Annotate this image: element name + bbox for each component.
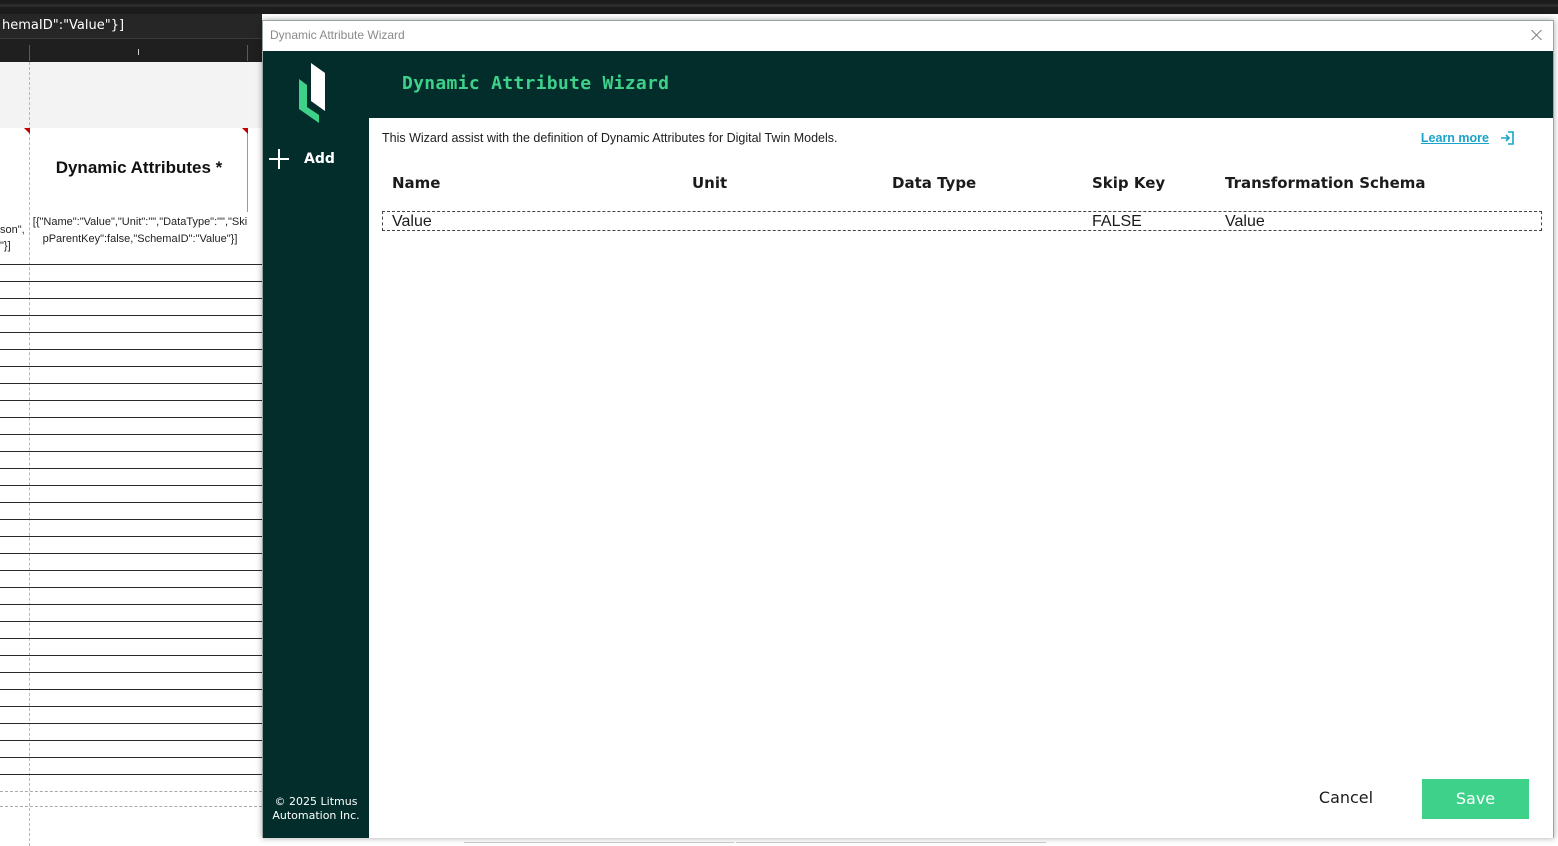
- cell-name[interactable]: Value: [392, 213, 432, 231]
- cell-transformation-schema[interactable]: Value: [1225, 213, 1265, 231]
- grid-row-line: [0, 519, 262, 520]
- learn-more-link[interactable]: Learn more: [1421, 130, 1515, 146]
- grid-row-line: [0, 264, 262, 265]
- add-button[interactable]: Add: [269, 147, 335, 171]
- grid-row-line: [0, 298, 262, 299]
- formula-bar[interactable]: hemaID":"Value"}]: [0, 14, 262, 38]
- grid-row-line: [0, 672, 262, 673]
- grid-row-line: [0, 587, 262, 588]
- column-header-unit: Unit: [692, 174, 728, 192]
- grid-row-line: [0, 332, 262, 333]
- grid-row-line: [0, 536, 262, 537]
- grid-row-line: [0, 655, 262, 656]
- left-cell-snippet: son", "}]: [0, 224, 25, 252]
- attributes-table-header: Name Unit Data Type Skip Key Transformat…: [392, 174, 1542, 194]
- grid-row-line: [0, 502, 262, 503]
- comment-indicator: [242, 128, 248, 134]
- column-header-name: Name: [392, 174, 441, 192]
- litmus-logo-icon: [299, 63, 325, 123]
- grid-row-line: [0, 434, 262, 435]
- grid-row-line: [0, 281, 262, 282]
- table-row[interactable]: Value FALSE Value: [382, 211, 1542, 231]
- grid-row-line: [0, 791, 262, 792]
- wizard-sidebar: Add © 2025 Litmus Automation Inc.: [263, 51, 369, 838]
- grid-row-line: [0, 774, 262, 775]
- grid-row-line: [0, 621, 262, 622]
- grid-row-line: [0, 383, 262, 384]
- grid-row-line: [0, 315, 262, 316]
- close-icon[interactable]: [1529, 27, 1545, 43]
- grid-row-line: [0, 400, 262, 401]
- grid-row-line: [0, 417, 262, 418]
- grid-row-line: [0, 366, 262, 367]
- dynamic-attributes-column-title: Dynamic Attributes *: [55, 158, 223, 177]
- save-button[interactable]: Save: [1422, 779, 1529, 819]
- plus-icon: [269, 149, 289, 169]
- sheet-bottom-strip: [262, 838, 1558, 846]
- grid-row-line: [0, 570, 262, 571]
- learn-more-label: Learn more: [1420, 131, 1489, 145]
- comment-indicator: [24, 128, 30, 134]
- grid-row-line: [0, 553, 262, 554]
- column-header-skip-key: Skip Key: [1092, 174, 1166, 192]
- grid-row-line: [0, 485, 262, 486]
- grid-row-line: [0, 706, 262, 707]
- grid-row-line: [0, 723, 262, 724]
- cell-skip-key[interactable]: FALSE: [1092, 213, 1142, 231]
- wizard-title: Dynamic Attribute Wizard: [402, 73, 670, 94]
- cancel-button[interactable]: Cancel: [1291, 778, 1401, 818]
- column-header-bar: [0, 38, 262, 62]
- wizard-description: This Wizard assist with the definition o…: [382, 131, 838, 145]
- grid-row-line: [0, 468, 262, 469]
- grid-row-line: [0, 689, 262, 690]
- grid-row-line: [0, 451, 262, 452]
- wizard-content: This Wizard assist with the definition o…: [369, 118, 1553, 838]
- app-top-bar: [0, 0, 1558, 14]
- json-cell[interactable]: [{"Name":"Value","Unit":"","DataType":""…: [31, 214, 249, 248]
- column-header-transformation-schema: Transformation Schema: [1225, 174, 1426, 192]
- external-link-icon: [1501, 131, 1514, 145]
- dialog-window-title: Dynamic Attribute Wizard: [270, 28, 405, 42]
- grid-row-line: [0, 757, 262, 758]
- grid-row-line: [0, 806, 262, 807]
- grid-row-line: [0, 740, 262, 741]
- grid-row-line: [0, 604, 262, 605]
- dialog-titlebar[interactable]: Dynamic Attribute Wizard: [263, 21, 1553, 51]
- grid-row-line: [0, 349, 262, 350]
- add-button-label: Add: [304, 151, 335, 167]
- wizard-header: Dynamic Attribute Wizard: [369, 51, 1553, 118]
- dynamic-attribute-wizard-dialog: Dynamic Attribute Wizard Add © 2025 Litm…: [262, 20, 1554, 838]
- sheet-header-band: [0, 62, 262, 128]
- grid-row-line: [0, 638, 262, 639]
- spreadsheet-grid: Dynamic Attributes * son", "}] [{"Name":…: [0, 62, 262, 846]
- column-header-data-type: Data Type: [892, 174, 977, 192]
- copyright-text: © 2025 Litmus Automation Inc.: [272, 795, 360, 822]
